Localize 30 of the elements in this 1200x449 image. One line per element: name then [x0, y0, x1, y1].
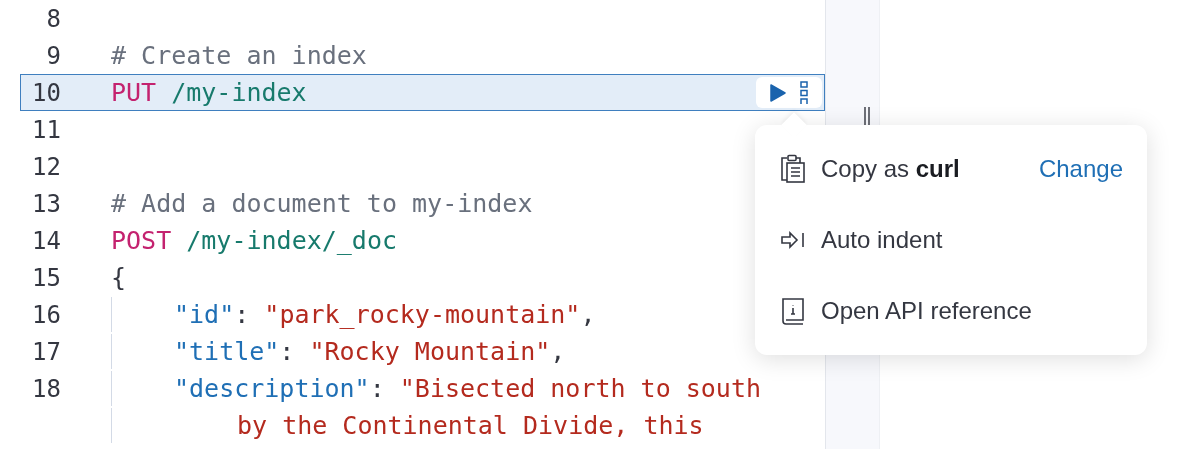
- line-number: 14: [31, 226, 61, 255]
- line-number: 9: [45, 41, 61, 70]
- menu-item[interactable]: Auto indent: [821, 226, 943, 254]
- book-icon: [780, 296, 806, 326]
- code-line: # Create an index: [111, 41, 367, 70]
- line-number: 12: [31, 152, 61, 181]
- menu-item[interactable]: Copy as curl: [821, 155, 960, 183]
- code-line: PUT /my-index: [111, 78, 307, 107]
- play-icon[interactable]: [770, 83, 786, 102]
- line-number: 16: [31, 300, 61, 329]
- code-line: "description": "Bisected north to south: [174, 374, 761, 403]
- code-line: # Add a document to my-index: [111, 189, 533, 218]
- indent-icon: [780, 231, 806, 249]
- code-line: by the Continental Divide, this: [237, 411, 704, 440]
- line-number: 11: [31, 115, 61, 144]
- line-number: 15: [31, 263, 61, 292]
- change-link[interactable]: Change: [1038, 155, 1123, 183]
- clipboard-icon: [779, 154, 807, 184]
- line-number: 10: [31, 78, 61, 107]
- code-line: "id": "park_rocky-mountain",: [174, 300, 596, 329]
- line-number: 13: [31, 189, 61, 218]
- code-line: POST /my-index/_doc: [111, 226, 397, 255]
- line-number: 8: [45, 4, 61, 33]
- menu-item[interactable]: Open API reference: [821, 297, 1032, 325]
- line-number: 18: [31, 374, 61, 403]
- resize-handle-icon[interactable]: [864, 107, 870, 125]
- more-options-icon[interactable]: [800, 80, 808, 105]
- code-line: "title": "Rocky Mountain",: [174, 337, 566, 366]
- line-number: 17: [31, 337, 61, 366]
- code-line: {: [111, 263, 127, 292]
